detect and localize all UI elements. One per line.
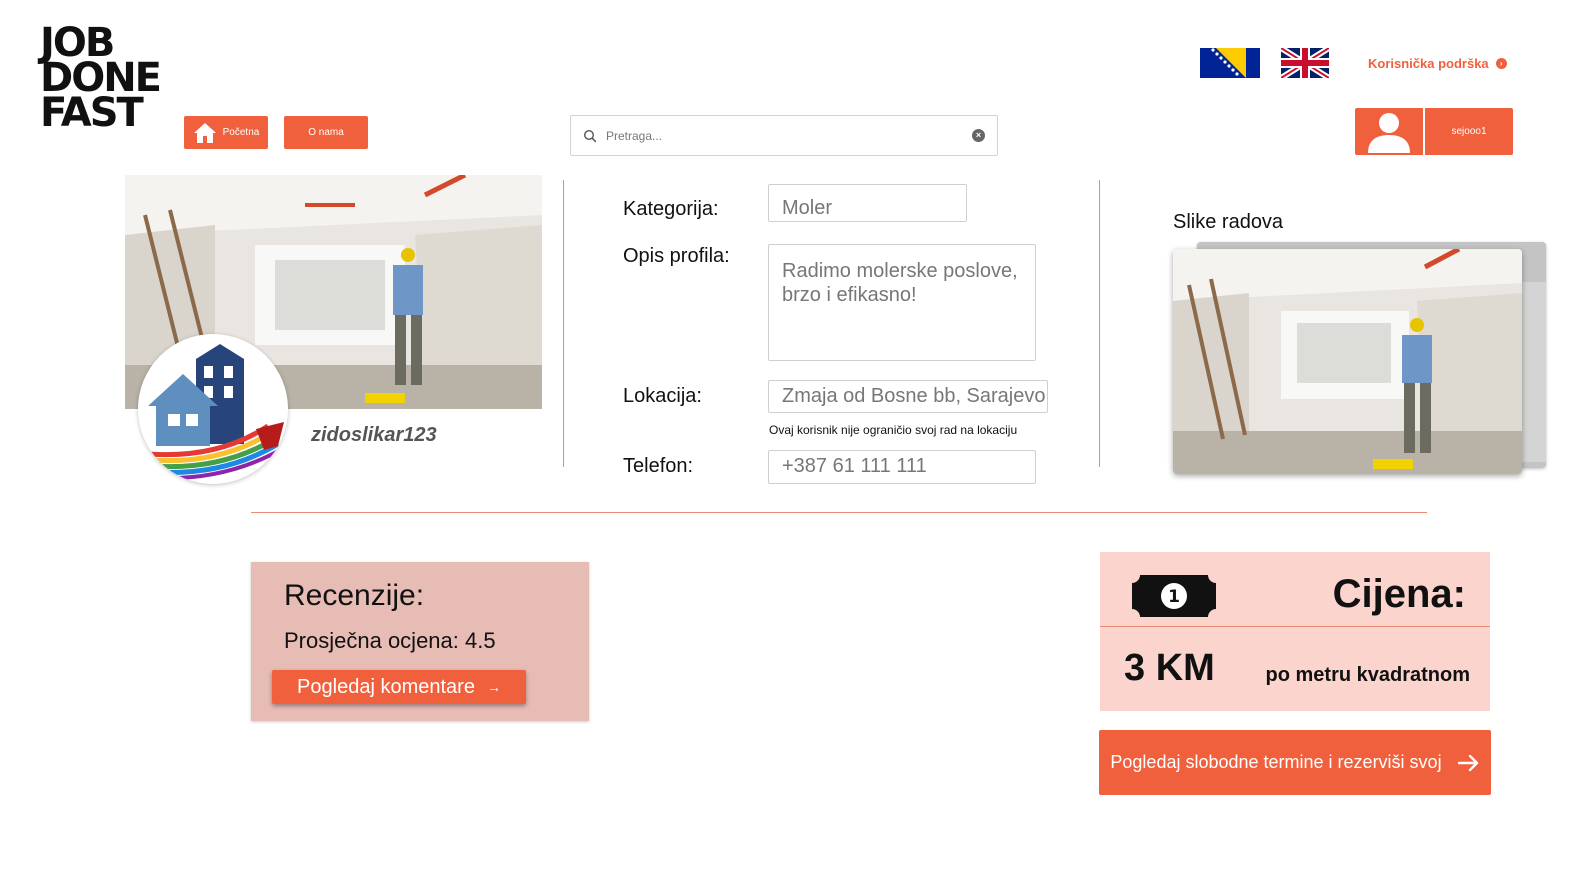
home-button-label: Početna bbox=[222, 127, 260, 138]
price-title: Cijena: bbox=[1332, 572, 1466, 616]
arrow-right-icon: → bbox=[486, 679, 501, 695]
bosnian-flag-icon[interactable] bbox=[1200, 48, 1260, 78]
support-link[interactable]: Korisnička podrška › bbox=[1368, 56, 1507, 71]
gallery-title: Slike radova bbox=[1173, 211, 1284, 233]
location-field: Zmaja od Bosne bb, Sarajevo bbox=[768, 380, 1048, 413]
book-appointment-label: Pogledaj slobodne termine i rezerviši sv… bbox=[1110, 752, 1442, 772]
search-bar[interactable]: × bbox=[570, 115, 998, 156]
home-button[interactable]: Početna bbox=[184, 116, 268, 149]
banknote-icon: 1 bbox=[1132, 575, 1216, 617]
reviews-title: Recenzije: bbox=[284, 579, 425, 612]
profile-avatar bbox=[138, 334, 288, 484]
arrow-right-icon bbox=[1457, 754, 1478, 771]
price-value: 3 KM bbox=[1124, 647, 1215, 689]
view-comments-button[interactable]: Pogledaj komentare → bbox=[272, 670, 526, 704]
reviews-card: Recenzije: Prosječna ocjena: 4.5 Pogleda… bbox=[251, 562, 589, 721]
category-field: Moler bbox=[768, 184, 967, 222]
phone-field: +387 61 111 111 bbox=[768, 450, 1036, 484]
user-icon bbox=[1368, 112, 1410, 153]
divider-right bbox=[1099, 180, 1100, 467]
location-label: Lokacija: bbox=[623, 385, 702, 407]
logo[interactable]: JOB DONE FAST bbox=[40, 23, 162, 136]
location-note: Ovaj korisnik nije ograničio svoj rad na… bbox=[769, 423, 1018, 437]
logo-line-3: FAST bbox=[40, 90, 144, 136]
about-button[interactable]: O nama bbox=[284, 116, 368, 149]
description-label: Opis profila: bbox=[623, 245, 730, 267]
user-avatar bbox=[1355, 108, 1425, 155]
banknote-digit: 1 bbox=[1168, 587, 1180, 607]
clear-search-icon[interactable]: × bbox=[972, 129, 985, 142]
phone-label: Telefon: bbox=[623, 455, 694, 477]
gallery-image-front[interactable] bbox=[1173, 249, 1522, 474]
home-icon bbox=[193, 122, 216, 143]
support-label: Korisnička podrška bbox=[1368, 56, 1489, 71]
profile-username: zidoslikar123 bbox=[311, 424, 437, 446]
divider-horizontal bbox=[251, 512, 1427, 513]
price-divider bbox=[1100, 626, 1490, 627]
username-label: sejooo1 bbox=[1451, 126, 1487, 137]
search-input[interactable] bbox=[606, 128, 963, 143]
english-flag-icon[interactable] bbox=[1281, 48, 1329, 78]
book-appointment-button[interactable]: Pogledaj slobodne termine i rezerviši sv… bbox=[1099, 730, 1491, 795]
description-field: Radimo molerske poslove, brzo i efikasno… bbox=[768, 244, 1036, 361]
category-label: Kategorija: bbox=[623, 198, 719, 220]
price-unit: po metru kvadratnom bbox=[1265, 664, 1470, 686]
user-menu-button[interactable]: sejooo1 bbox=[1355, 108, 1513, 155]
divider-left bbox=[563, 180, 564, 467]
reviews-average: Prosječna ocjena: 4.5 bbox=[284, 628, 496, 653]
chevron-right-icon: › bbox=[1495, 58, 1507, 69]
search-icon bbox=[583, 129, 597, 142]
about-button-label: O nama bbox=[308, 127, 344, 138]
price-card: 1 Cijena: 3 KM po metru kvadratnom bbox=[1100, 552, 1490, 711]
view-comments-label: Pogledaj komentare bbox=[297, 675, 475, 698]
